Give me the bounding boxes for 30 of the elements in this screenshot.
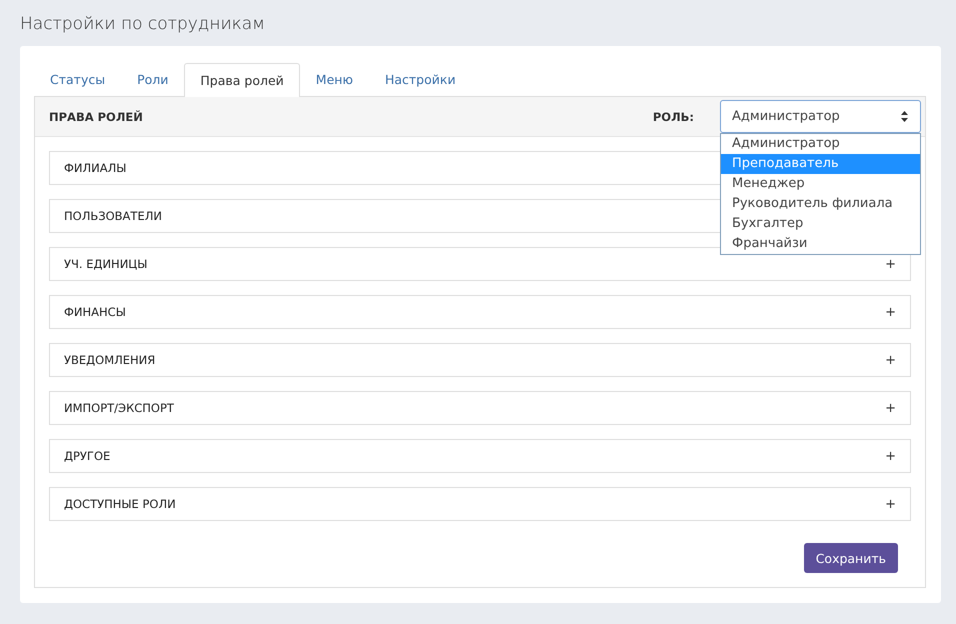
- tab[interactable]: Права ролей: [184, 63, 300, 97]
- tab[interactable]: Роли: [121, 62, 184, 96]
- role-select[interactable]: Администратор: [720, 100, 921, 133]
- expand-toggle[interactable]: +: [885, 352, 896, 368]
- section-title[interactable]: УЧ. ЕДИНИЦЫ: [64, 257, 148, 271]
- expand-toggle[interactable]: +: [885, 496, 896, 512]
- section-title[interactable]: ИМПОРТ/ЭКСПОРТ: [64, 401, 174, 415]
- expand-toggle[interactable]: +: [885, 304, 896, 320]
- tab[interactable]: Настройки: [368, 62, 472, 96]
- dropdown-option[interactable]: Бухгалтер: [721, 214, 920, 234]
- sort-arrows-icon: [901, 111, 908, 122]
- page-title: Настройки по сотрудникам: [20, 13, 266, 36]
- dropdown-option[interactable]: Руководитель филиала: [721, 194, 920, 214]
- role-label: РОЛЬ:: [652, 110, 694, 124]
- tab[interactable]: Статусы: [34, 62, 122, 96]
- save-button[interactable]: Сохранить: [804, 543, 898, 573]
- dropdown-option[interactable]: Менеджер: [721, 174, 920, 194]
- section-title[interactable]: ДОСТУПНЫЕ РОЛИ: [64, 497, 176, 511]
- expand-toggle[interactable]: +: [885, 400, 896, 416]
- dropdown-option[interactable]: Администратор: [721, 134, 920, 154]
- expand-toggle[interactable]: +: [885, 448, 896, 464]
- section-title[interactable]: ФИНАНСЫ: [64, 305, 126, 319]
- dropdown-option[interactable]: Франчайзи: [721, 234, 920, 254]
- tab[interactable]: Меню: [300, 62, 369, 96]
- panel-title: ПРАВА РОЛЕЙ: [49, 110, 144, 124]
- section-title[interactable]: УВЕДОМЛЕНИЯ: [64, 353, 156, 367]
- section-title[interactable]: ДРУГОЕ: [64, 449, 110, 463]
- section-title[interactable]: ФИЛИАЛЫ: [64, 161, 126, 175]
- expand-toggle[interactable]: +: [885, 256, 896, 272]
- section-title[interactable]: ПОЛЬЗОВАТЕЛИ: [64, 209, 162, 223]
